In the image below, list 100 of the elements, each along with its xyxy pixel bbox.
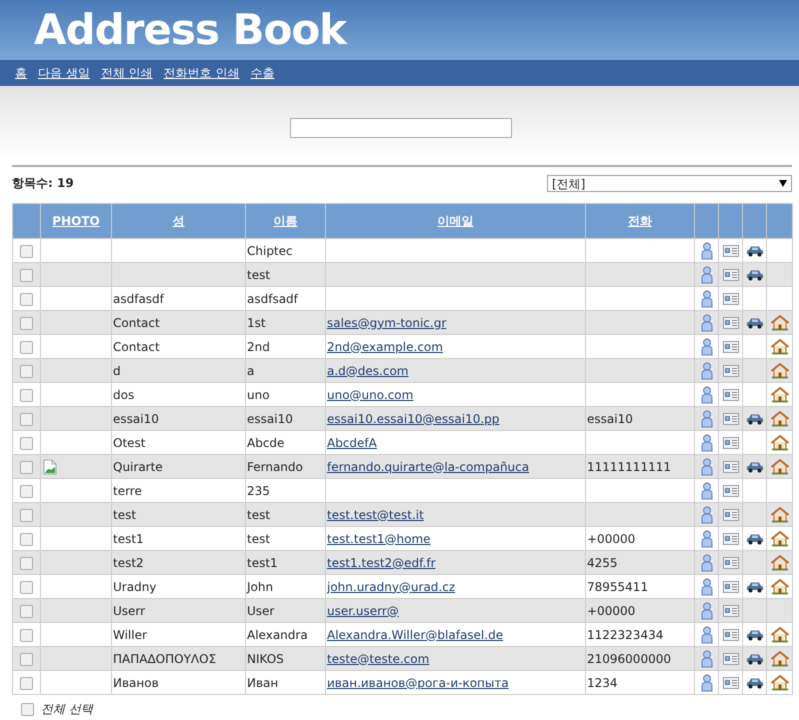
house-icon[interactable] <box>770 410 788 426</box>
card-icon[interactable] <box>722 533 738 546</box>
card-icon[interactable] <box>722 317 738 330</box>
row-checkbox[interactable] <box>20 268 33 282</box>
person-icon[interactable] <box>700 362 712 380</box>
row-checkbox[interactable] <box>20 244 33 258</box>
row-checkbox[interactable] <box>20 316 33 330</box>
person-icon[interactable] <box>700 674 712 692</box>
email-link[interactable]: a.d@des.com <box>327 364 408 378</box>
card-icon[interactable] <box>722 389 738 402</box>
house-icon[interactable] <box>770 626 788 642</box>
phone-cell: 78955411 <box>587 580 648 594</box>
person-icon[interactable] <box>700 578 712 596</box>
car-icon[interactable] <box>746 461 764 474</box>
row-checkbox[interactable] <box>20 556 33 570</box>
person-icon[interactable] <box>700 266 712 284</box>
row-checkbox[interactable] <box>20 460 33 474</box>
row-checkbox[interactable] <box>20 532 33 546</box>
email-link[interactable]: AbcdefA <box>327 436 377 450</box>
card-icon[interactable] <box>722 629 738 642</box>
person-icon[interactable] <box>700 482 712 500</box>
row-checkbox[interactable] <box>20 484 33 498</box>
card-icon[interactable] <box>722 581 738 594</box>
house-icon[interactable] <box>770 386 788 402</box>
car-icon[interactable] <box>746 629 764 642</box>
car-icon[interactable] <box>746 533 764 546</box>
row-checkbox[interactable] <box>20 340 33 354</box>
dropdown-arrow-icon[interactable] <box>779 180 787 186</box>
house-icon[interactable] <box>770 530 788 546</box>
house-icon[interactable] <box>770 434 788 450</box>
email-link[interactable]: uno@uno.com <box>327 388 414 402</box>
person-icon[interactable] <box>700 434 712 452</box>
car-icon[interactable] <box>746 317 764 330</box>
row-checkbox[interactable] <box>20 652 33 666</box>
phone-cell: 21096000000 <box>587 652 671 666</box>
card-icon[interactable] <box>722 245 738 258</box>
house-icon[interactable] <box>770 650 788 666</box>
person-icon[interactable] <box>700 338 712 356</box>
card-icon[interactable] <box>722 509 738 522</box>
house-icon[interactable] <box>770 314 788 330</box>
nav-link[interactable]: 전체 인쇄 <box>100 64 153 82</box>
person-icon[interactable] <box>700 458 712 476</box>
person-icon[interactable] <box>700 410 712 428</box>
first-name-cell: uno <box>247 388 270 402</box>
first-name-cell: test <box>247 532 270 546</box>
house-icon[interactable] <box>770 506 788 522</box>
card-icon[interactable] <box>722 677 738 690</box>
row-checkbox[interactable] <box>20 388 33 402</box>
nav-link[interactable]: 전화번호 인쇄 <box>164 64 240 82</box>
house-icon[interactable] <box>770 578 788 594</box>
card-icon[interactable] <box>722 557 738 570</box>
person-icon[interactable] <box>700 290 712 308</box>
car-icon[interactable] <box>746 581 764 594</box>
person-icon[interactable] <box>700 650 712 668</box>
card-icon[interactable] <box>722 341 738 354</box>
row-checkbox[interactable] <box>20 580 33 594</box>
select-all-checkbox[interactable] <box>21 703 34 716</box>
person-icon[interactable] <box>700 626 712 644</box>
car-icon[interactable] <box>746 413 764 426</box>
nav-link[interactable]: 다음 생일 <box>38 64 90 82</box>
card-icon[interactable] <box>722 653 738 666</box>
house-icon[interactable] <box>770 362 788 378</box>
row-checkbox[interactable] <box>20 508 33 522</box>
row-checkbox[interactable] <box>20 292 33 306</box>
row-checkbox[interactable] <box>20 436 33 450</box>
person-icon[interactable] <box>700 530 712 548</box>
card-icon[interactable] <box>722 485 738 498</box>
row-checkbox[interactable] <box>20 412 33 426</box>
card-icon[interactable] <box>722 437 738 450</box>
house-icon[interactable] <box>770 674 788 690</box>
person-icon[interactable] <box>700 506 712 524</box>
row-checkbox[interactable] <box>20 676 33 690</box>
car-icon[interactable] <box>746 653 764 666</box>
person-icon[interactable] <box>700 386 712 404</box>
row-checkbox[interactable] <box>20 604 33 618</box>
house-icon[interactable] <box>770 338 788 354</box>
card-icon[interactable] <box>722 413 738 426</box>
car-icon[interactable] <box>746 269 764 282</box>
row-checkbox[interactable] <box>20 628 33 642</box>
group-select[interactable]: [전체] <box>547 174 792 192</box>
last-name-cell: Contact <box>113 340 160 354</box>
card-icon[interactable] <box>722 605 738 618</box>
nav-link[interactable]: 수출 <box>250 64 274 82</box>
email-link[interactable]: user.userr@ <box>327 604 399 618</box>
person-icon[interactable] <box>700 602 712 620</box>
card-icon[interactable] <box>722 461 738 474</box>
nav-link[interactable]: 홈 <box>15 64 27 82</box>
card-icon[interactable] <box>722 269 738 282</box>
car-icon[interactable] <box>746 245 764 258</box>
broken-image-icon <box>42 458 58 474</box>
car-icon[interactable] <box>746 677 764 690</box>
house-icon[interactable] <box>770 458 788 474</box>
search-field[interactable] <box>290 118 512 138</box>
row-checkbox[interactable] <box>20 364 33 378</box>
person-icon[interactable] <box>700 242 712 260</box>
person-icon[interactable] <box>700 554 712 572</box>
card-icon[interactable] <box>722 365 738 378</box>
house-icon[interactable] <box>770 554 788 570</box>
card-icon[interactable] <box>722 293 738 306</box>
person-icon[interactable] <box>700 314 712 332</box>
